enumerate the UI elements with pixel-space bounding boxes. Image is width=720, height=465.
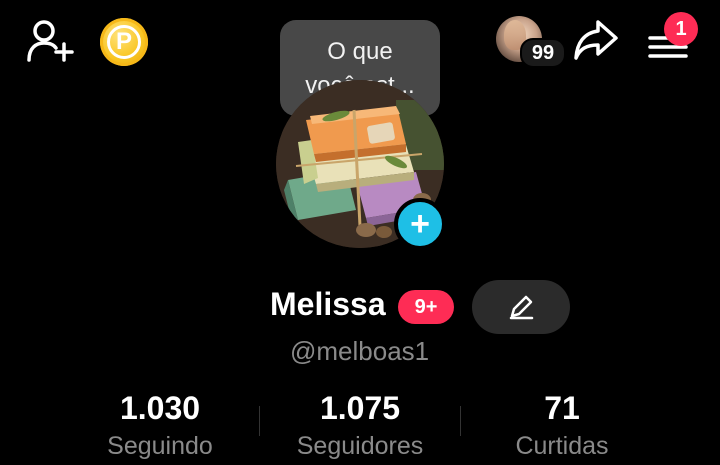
add-friend-button[interactable] <box>26 18 78 64</box>
profile-name: Melissa <box>270 286 386 322</box>
stat-likes-value: 71 <box>544 390 580 426</box>
add-story-button[interactable]: + <box>394 198 446 250</box>
stat-following-label: Seguindo <box>107 432 213 460</box>
stat-following-value: 1.030 <box>119 390 201 426</box>
stat-divider <box>460 406 461 436</box>
stat-divider <box>259 406 260 436</box>
points-coin-button[interactable]: P <box>100 18 148 66</box>
stat-likes-label: Curtidas <box>515 432 609 460</box>
profile-handle: @melboas1 <box>290 336 430 366</box>
profile-screen: P O que você est... 99 1 <box>0 0 720 465</box>
share-profile-button[interactable] <box>570 16 622 64</box>
pencil-icon <box>509 295 534 320</box>
stat-followers[interactable]: 1.075 Seguidores <box>265 388 455 464</box>
stat-likes[interactable]: 71 Curtidas <box>467 388 657 464</box>
edit-profile-button[interactable] <box>472 280 570 334</box>
name-badge[interactable]: 9+ <box>398 290 454 324</box>
person-plus-icon <box>27 20 74 62</box>
menu-button[interactable]: 1 <box>642 12 698 66</box>
bubble-text-line-1: O que <box>327 38 393 65</box>
menu-notification-badge: 1 <box>664 12 698 46</box>
stat-followers-value: 1.075 <box>319 390 401 426</box>
stat-following[interactable]: 1.030 Seguindo <box>65 388 255 464</box>
profile-visitors-button[interactable]: 99 <box>496 16 566 68</box>
visitors-count: 99 <box>520 38 566 68</box>
stat-followers-label: Seguidores <box>296 432 424 460</box>
coin-icon: P <box>107 25 141 59</box>
share-arrow-icon <box>574 20 618 60</box>
